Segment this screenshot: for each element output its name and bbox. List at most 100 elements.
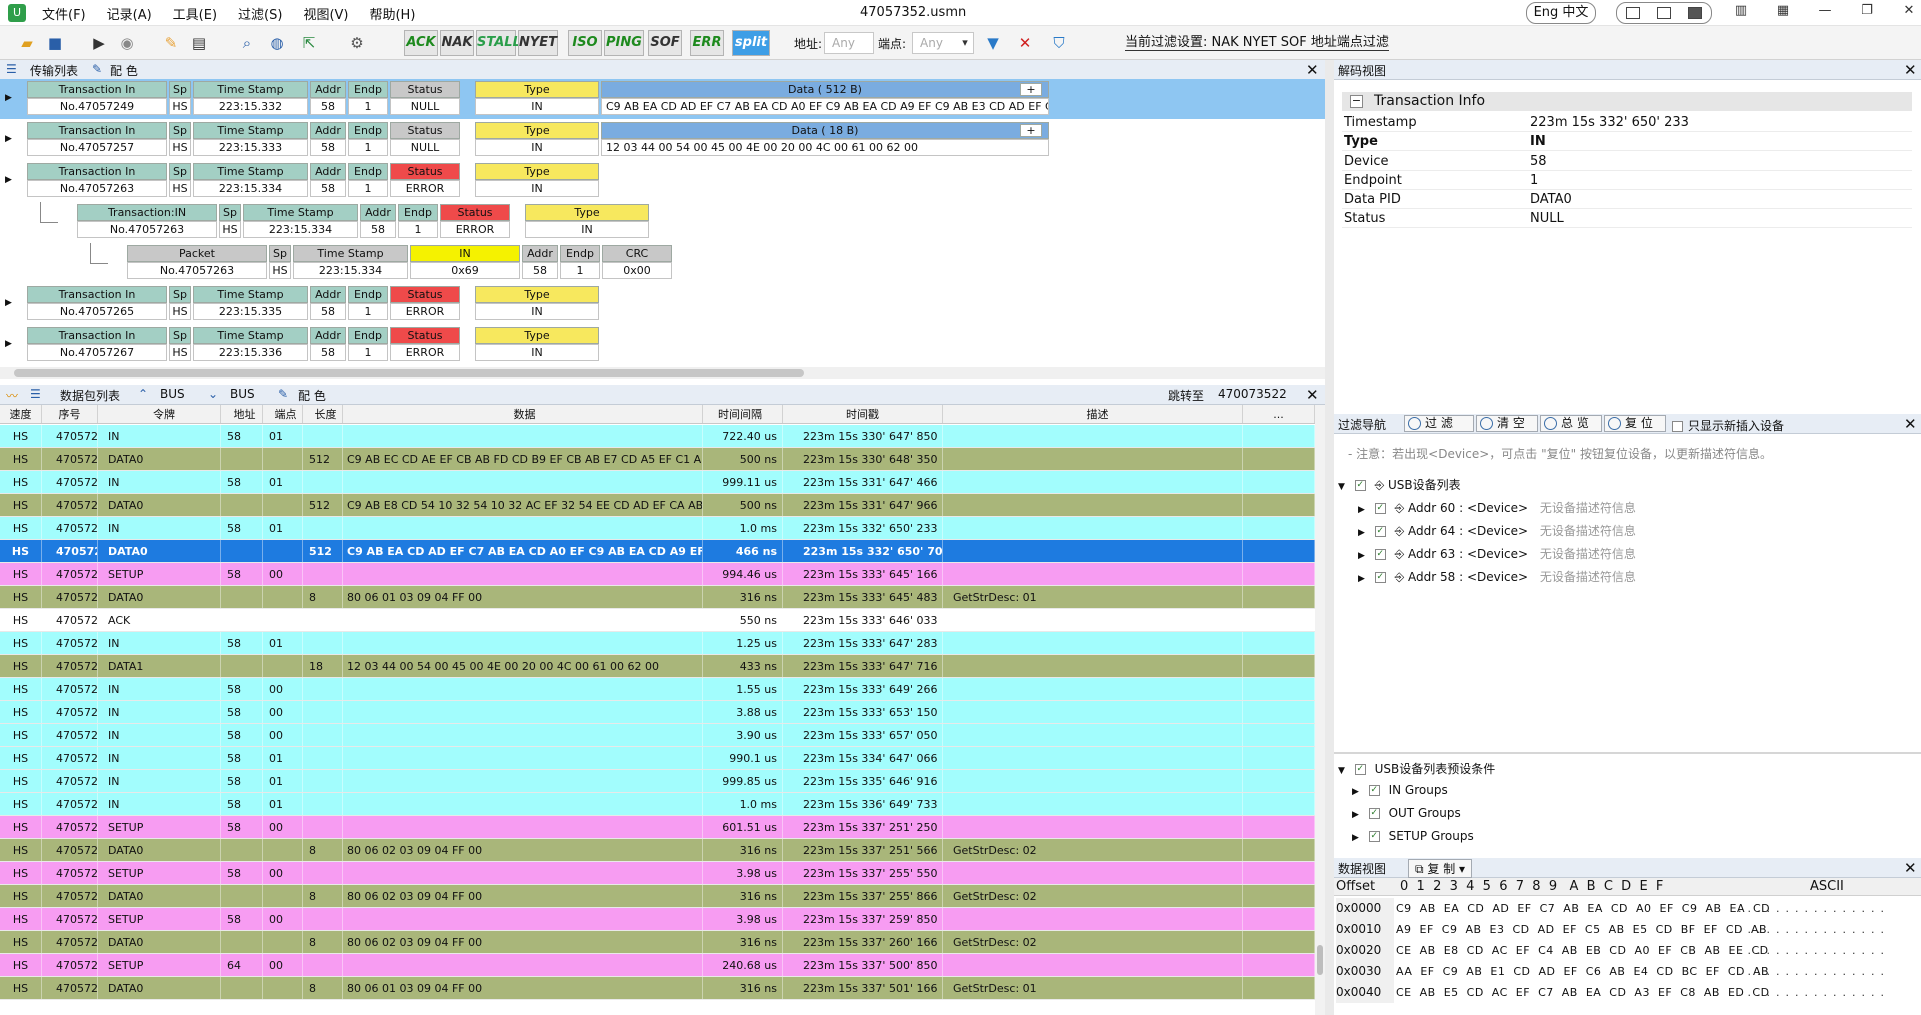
device-item[interactable]: ▶ ✓ ⎆ Addr 63 : <Device> 无设备描述符信息 — [1358, 545, 1636, 562]
chevron-right-icon[interactable]: ▶ — [1352, 833, 1359, 843]
close-packet-panel-icon[interactable]: ✕ — [1306, 386, 1319, 404]
filter-ack-button[interactable]: ACK — [404, 30, 438, 56]
chevron-right-icon[interactable]: ▶ — [1352, 787, 1359, 797]
preset-item[interactable]: ▶ ✓ IN Groups — [1352, 783, 1448, 797]
filter-split-button[interactable]: split — [732, 30, 770, 56]
col-description[interactable]: 描述 — [943, 405, 1243, 423]
scroll-thumb[interactable] — [14, 369, 804, 377]
transaction-row[interactable]: ▶ Transaction In No.47057265 Sp HS Time … — [0, 284, 1325, 324]
table-row[interactable]: HS47057257IN5801 1.25 us223m 15s 333' 647… — [0, 632, 1315, 655]
transaction-info-section[interactable]: − Transaction Info — [1342, 92, 1912, 111]
expand-data-button[interactable]: + — [1020, 124, 1042, 137]
data-icon[interactable]: ◍ — [264, 30, 290, 56]
document-icon[interactable]: ▤ — [186, 30, 212, 56]
col-more[interactable]: ... — [1243, 405, 1315, 423]
chevron-right-icon[interactable]: ▶ — [1358, 528, 1365, 538]
horizontal-scrollbar[interactable] — [0, 367, 1325, 379]
table-row[interactable]: HS47057246IN5801 999.11 us223m 15s 331' 6… — [0, 471, 1315, 494]
transaction-row[interactable]: ▶ Transaction In No.47057267 Sp HS Time … — [0, 325, 1325, 365]
search-icon[interactable]: ⌕ — [234, 30, 260, 56]
layout-switcher[interactable] — [1616, 2, 1712, 24]
menu-filter[interactable]: 过滤(S) — [238, 4, 282, 23]
transaction-row[interactable]: ▶ Transaction In No.47057249 Sp HS Time … — [0, 79, 1325, 119]
layout-2-icon[interactable] — [1656, 7, 1671, 19]
chevron-right-icon[interactable]: ▶ — [1358, 505, 1365, 515]
device-item[interactable]: ▶ ✓ ⎆ Addr 60 : <Device> 无设备描述符信息 — [1358, 499, 1636, 516]
close-hex-panel-icon[interactable]: ✕ — [1904, 859, 1917, 877]
close-window-button[interactable]: ✕ — [1888, 3, 1921, 18]
device-item[interactable]: ▶ ✓ ⎆ Addr 58 : <Device> 无设备描述符信息 — [1358, 568, 1636, 585]
scroll-thumb[interactable] — [1317, 945, 1323, 975]
menu-tools[interactable]: 工具(E) — [173, 4, 217, 23]
filter-sof-button[interactable]: SOF — [648, 30, 682, 56]
filter-stall-button[interactable]: STALL — [476, 30, 521, 56]
table-row[interactable]: HS47057259IN5800 1.55 us223m 15s 333' 649… — [0, 678, 1315, 701]
table-row[interactable]: HS47057255DATA0 880 06 01 03 09 04 FF 003… — [0, 586, 1315, 609]
table-row[interactable]: HS47057254SETUP5800 994.46 us223m 15s 333… — [0, 563, 1315, 586]
vertical-scrollbar[interactable] — [1315, 405, 1325, 1015]
table-row[interactable]: HS47057275SETUP5800 3.98 us223m 15s 337' … — [0, 908, 1315, 931]
save-icon[interactable]: ■ — [42, 30, 68, 56]
vertical-splitter[interactable] — [1325, 60, 1334, 1015]
filter-err-button[interactable]: ERR — [690, 30, 724, 56]
filter-iso-button[interactable]: ISO — [568, 30, 602, 56]
checkbox-icon[interactable]: ✓ — [1374, 526, 1386, 537]
table-row[interactable]: HS47057265IN5801 999.85 us223m 15s 335' 6… — [0, 770, 1315, 793]
tab-bus-2[interactable]: BUS — [230, 387, 255, 401]
checkbox-icon[interactable]: ✓ — [1368, 785, 1380, 796]
grid-icon[interactable]: ▦ — [1762, 3, 1804, 18]
filter-ping-button[interactable]: PING — [604, 30, 644, 56]
expand-arrow-icon[interactable]: ▶ — [5, 93, 12, 103]
close-transfer-panel-icon[interactable]: ✕ — [1306, 61, 1319, 79]
col-interval[interactable]: 时间间隔 — [703, 405, 783, 423]
table-row[interactable]: HS47057273SETUP5800 3.98 us223m 15s 337' … — [0, 862, 1315, 885]
tab-bus-1[interactable]: BUS — [160, 387, 185, 401]
tab-transfer-list[interactable]: 传输列表 — [30, 62, 78, 79]
collapse-icon[interactable]: − — [1350, 95, 1363, 108]
clear-button[interactable]: 清 空 — [1476, 415, 1538, 432]
addr-input[interactable]: Any — [824, 32, 874, 54]
expand-arrow-icon[interactable]: ▶ — [5, 134, 12, 144]
chevron-down-icon[interactable]: ▼ — [1338, 482, 1345, 492]
tab-packet-color[interactable]: 配 色 — [298, 387, 326, 404]
col-timestamp[interactable]: 时间戳 — [783, 405, 943, 423]
menu-help[interactable]: 帮助(H) — [369, 4, 415, 23]
checkbox-icon[interactable]: ✓ — [1368, 808, 1380, 819]
overview-button[interactable]: 总 览 — [1540, 415, 1602, 432]
new-device-only-check[interactable]: 只显示新插入设备 — [1672, 417, 1784, 434]
checkbox-icon[interactable]: ✓ — [1354, 480, 1366, 491]
device-tree-root[interactable]: ▼ ✓ ⎆ USB设备列表 — [1338, 476, 1461, 493]
table-row[interactable]: HS47057247DATA0 512C9 AB E8 CD 54 10 32 5… — [0, 494, 1315, 517]
table-row[interactable]: HS47057260IN5800 3.88 us223m 15s 333' 653… — [0, 701, 1315, 724]
filter-nak-button[interactable]: NAK — [440, 30, 474, 56]
tab-transfer-color[interactable]: 配 色 — [110, 62, 138, 79]
checkbox-icon[interactable]: ✓ — [1374, 549, 1386, 560]
tab-packet-list[interactable]: 数据包列表 — [60, 387, 120, 404]
col-length[interactable]: 长度 — [303, 405, 343, 423]
filter-clear-icon[interactable]: ✕ — [1012, 30, 1038, 56]
layout-3-icon[interactable] — [1688, 7, 1703, 19]
preset-tree-root[interactable]: ▼ ✓ USB设备列表预设条件 — [1338, 760, 1495, 777]
packet-detail-row[interactable]: Packet No.47057263 Sp HS Time Stamp 223:… — [0, 243, 1325, 283]
reset-button[interactable]: 复 位 — [1604, 415, 1666, 432]
layout-1-icon[interactable] — [1625, 7, 1640, 19]
checkbox-icon[interactable]: ✓ — [1368, 831, 1380, 842]
menu-file[interactable]: 文件(F) — [42, 4, 86, 23]
stop-icon[interactable]: ◉ — [114, 30, 140, 56]
table-row[interactable]: HS47057278SETUP6400 240.68 us223m 15s 337… — [0, 954, 1315, 977]
copy-button[interactable]: ⧉ 复 制 ▾ — [1408, 859, 1473, 878]
settings-icon[interactable]: ⚙ — [344, 30, 370, 56]
menu-record[interactable]: 记录(A) — [107, 4, 152, 23]
language-toggle[interactable]: Eng 中文 — [1526, 2, 1596, 24]
expand-data-button[interactable]: + — [1020, 83, 1042, 96]
filter-button[interactable]: 过 滤 — [1404, 415, 1474, 432]
col-data[interactable]: 数据 — [343, 405, 703, 423]
play-icon[interactable]: ▶ — [86, 30, 112, 56]
table-row[interactable]: HS47057244DATA0 512C9 AB EC CD AE EF CB A… — [0, 448, 1315, 471]
device-item[interactable]: ▶ ✓ ⎆ Addr 64 : <Device> 无设备描述符信息 — [1358, 522, 1636, 539]
table-row[interactable]: HS47057263IN5801 990.1 us223m 15s 334' 64… — [0, 747, 1315, 770]
jump-input[interactable]: 470073522 — [1218, 387, 1287, 401]
table-row[interactable]: HS47057274DATA0 880 06 02 03 09 04 FF 003… — [0, 885, 1315, 908]
preset-item[interactable]: ▶ ✓ SETUP Groups — [1352, 829, 1474, 843]
checkbox-icon[interactable]: ✓ — [1354, 764, 1366, 775]
